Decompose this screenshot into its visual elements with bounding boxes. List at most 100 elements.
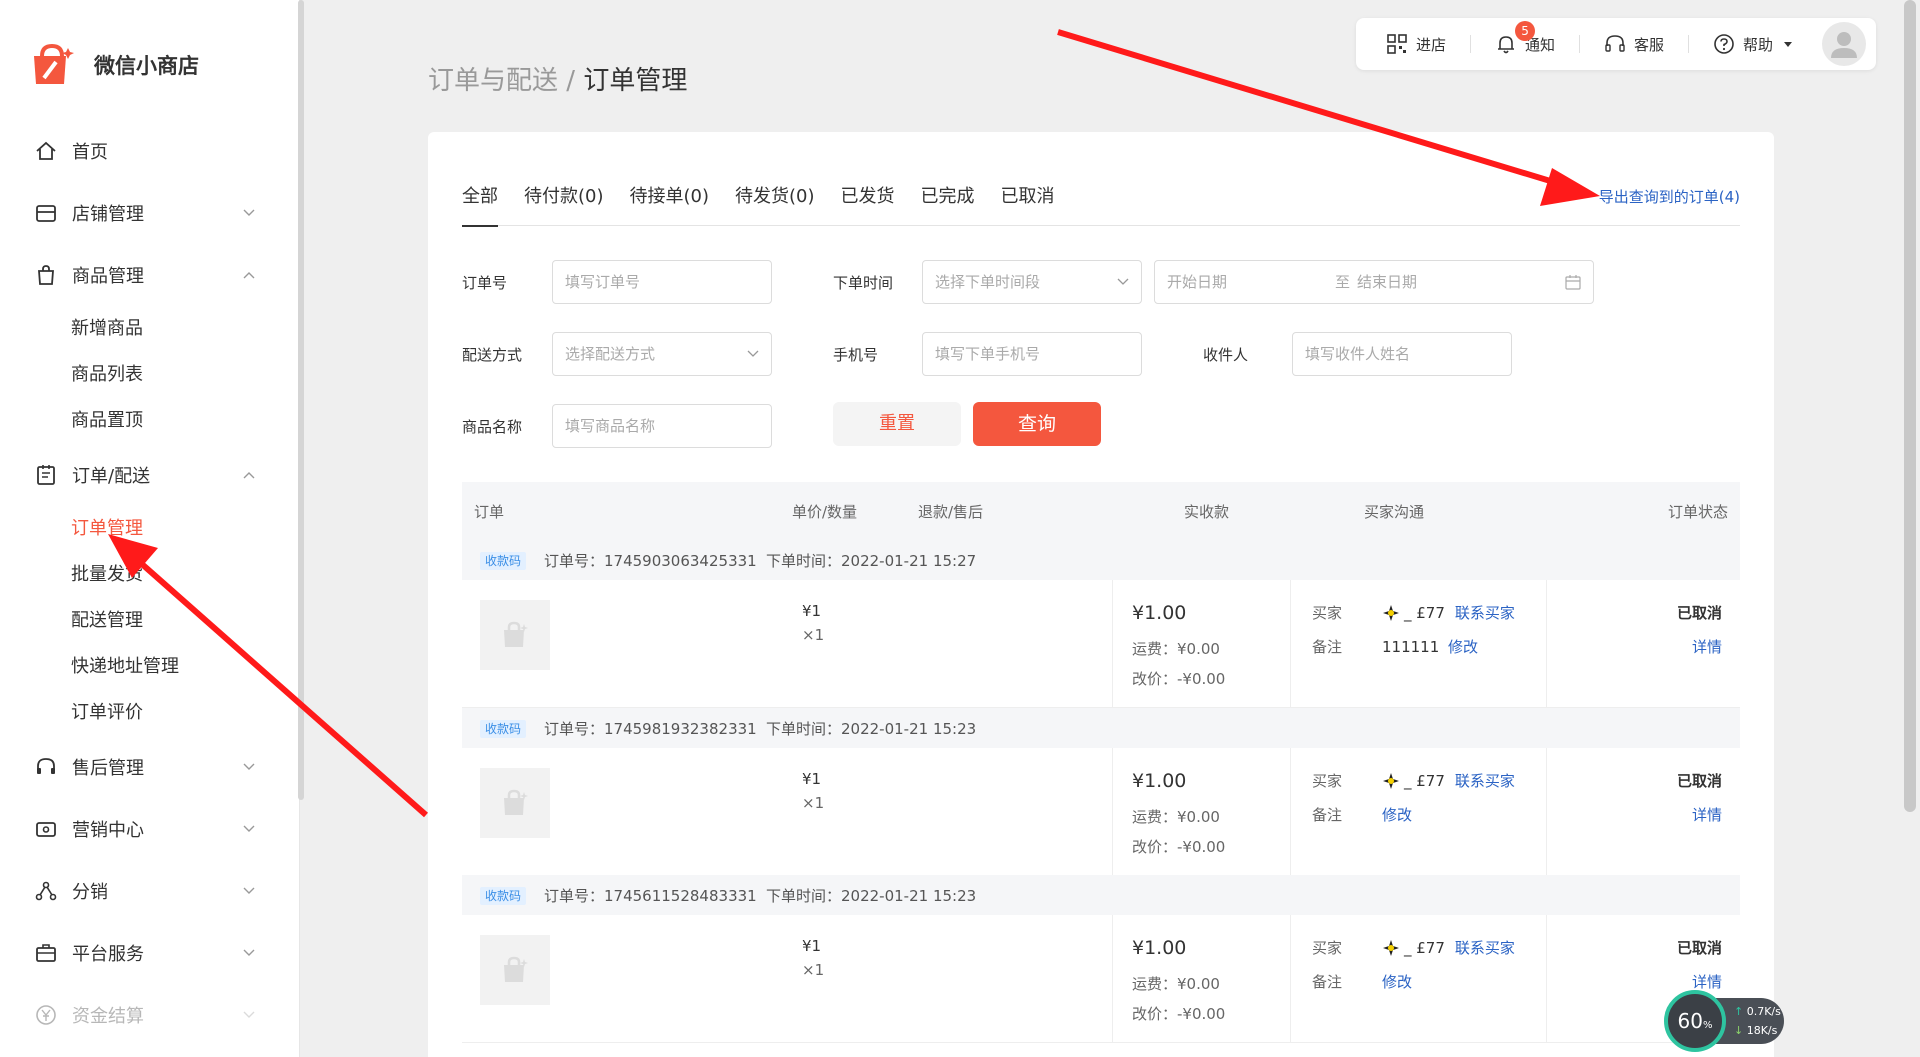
price-adjustment: 改价：-¥0.00	[1132, 838, 1226, 856]
column-header-status: 订单状态	[1667, 503, 1728, 521]
sidebar-item-platform-services[interactable]: 平台服务	[0, 922, 300, 984]
breadcrumb-parent[interactable]: 订单与配送	[428, 66, 558, 96]
sidebar-item-label: 首页	[72, 142, 108, 163]
order-detail-link[interactable]: 详情	[1692, 636, 1722, 657]
column-header-refund: 退款/售后	[918, 503, 984, 521]
product-thumbnail[interactable]	[480, 768, 550, 838]
tab-all[interactable]: 全部	[462, 182, 498, 227]
buyer-info: _ £77 联系买家	[1382, 770, 1515, 791]
tab-shipped[interactable]: 已发货	[841, 182, 895, 226]
date-range-separator: 至	[1335, 273, 1351, 291]
breadcrumb: 订单与配送 / 订单管理	[428, 60, 687, 97]
status-badge: 已取消	[1676, 604, 1722, 622]
column-header-order: 订单	[474, 503, 505, 521]
sidebar-item-distribution[interactable]: 分销	[0, 860, 300, 922]
tab-pending-shipment[interactable]: 待发货(0)	[735, 182, 815, 226]
sidebar-item-settlement[interactable]: 资金结算	[0, 984, 300, 1046]
sidebar-item-products[interactable]: 商品管理	[0, 244, 300, 306]
column-divider	[1112, 915, 1113, 1043]
question-circle-icon	[1714, 34, 1734, 54]
sidebar-item-label: 资金结算	[72, 1006, 144, 1027]
delivery-method-select[interactable]: 选择配送方式	[552, 332, 772, 376]
export-orders-link[interactable]: 导出查询到的订单(4)	[1599, 186, 1740, 207]
sidebar-scrollbar[interactable]	[298, 0, 304, 800]
note-text: 111111	[1382, 638, 1440, 656]
order-time: 下单时间：2022-01-21 15:23	[766, 720, 977, 738]
edit-note-link[interactable]: 修改	[1448, 638, 1478, 656]
avatar[interactable]	[1822, 22, 1866, 66]
download-value: 18	[1746, 1024, 1761, 1037]
product-name-input[interactable]: 填写商品名称	[552, 404, 772, 448]
note-label: 备注	[1312, 973, 1343, 991]
notifications-button[interactable]: 5 通知	[1495, 21, 1555, 55]
sidebar-sub-batch-shipping[interactable]: 批量发货	[0, 552, 300, 598]
chevron-down-icon	[243, 763, 255, 770]
tab-completed[interactable]: 已完成	[921, 182, 975, 226]
note-value: 修改	[1382, 971, 1412, 992]
toolbar-divider	[1688, 35, 1690, 53]
home-icon	[34, 139, 58, 163]
shop-bag-logo-icon	[30, 42, 76, 88]
order-time-select[interactable]: 选择下单时间段	[922, 260, 1142, 304]
column-divider	[1290, 915, 1291, 1043]
sidebar-item-marketing[interactable]: 营销中心	[0, 798, 300, 860]
buyer-label: 买家	[1312, 939, 1343, 957]
arrow-down-icon: ↓	[1734, 1024, 1744, 1037]
sidebar-nav: 首页 店铺管理 商品管理 新增商品 商品列表 商品置顶 订单/配送 订单管理 批…	[0, 120, 300, 1046]
sidebar-item-orders[interactable]: 订单/配送	[0, 444, 300, 506]
price-adjustment: 改价：-¥0.00	[1132, 670, 1226, 688]
order-row: 收款码 订单号：1745981932382331 下单时间：2022-01-21…	[462, 708, 1740, 876]
order-detail-link[interactable]: 详情	[1692, 971, 1722, 992]
edit-note-link[interactable]: 修改	[1382, 806, 1412, 824]
sidebar-item-label: 平台服务	[72, 944, 144, 965]
column-divider	[1546, 580, 1547, 708]
reset-button[interactable]: 重置	[833, 402, 961, 446]
receiver-input[interactable]: 填写收件人姓名	[1292, 332, 1512, 376]
tab-pending-payment[interactable]: 待付款(0)	[524, 182, 604, 226]
order-no-input[interactable]: 填写订单号	[552, 260, 772, 304]
sidebar-sub-product-pin[interactable]: 商品置顶	[0, 398, 300, 444]
edit-note-link[interactable]: 修改	[1382, 973, 1412, 991]
sidebar-sub-product-list[interactable]: 商品列表	[0, 352, 300, 398]
tab-cancelled[interactable]: 已取消	[1001, 182, 1055, 226]
yen-circle-icon	[34, 1003, 58, 1027]
note-label: 备注	[1312, 806, 1343, 824]
product-thumbnail[interactable]	[480, 935, 550, 1005]
help-dropdown[interactable]: 帮助	[1713, 33, 1795, 55]
orders-table-header: 订单 单价/数量 退款/售后 实收款 买家沟通 订单状态	[462, 482, 1740, 540]
order-detail-link[interactable]: 详情	[1692, 804, 1722, 825]
bell-icon	[1498, 36, 1515, 54]
network-speed-widget[interactable]: ↑ 0.7K/s ↓ 18K/s 60%	[1664, 990, 1784, 1052]
sidebar-sub-order-reviews[interactable]: 订单评价	[0, 690, 300, 736]
phone-input[interactable]: 填写下单手机号	[922, 332, 1142, 376]
sidebar-sub-order-management[interactable]: 订单管理	[0, 506, 300, 552]
headset-icon	[34, 755, 58, 779]
contact-buyer-link[interactable]: 联系买家	[1455, 602, 1515, 623]
sidebar-item-home[interactable]: 首页	[0, 120, 300, 182]
logo[interactable]: 微信小商店	[30, 42, 199, 88]
customer-service-button[interactable]: 客服	[1604, 33, 1664, 55]
product-thumbnail[interactable]	[480, 600, 550, 670]
share-nodes-icon	[34, 879, 58, 903]
contact-buyer-link[interactable]: 联系买家	[1455, 770, 1515, 791]
contact-buyer-link[interactable]: 联系买家	[1455, 937, 1515, 958]
tab-pending-accept[interactable]: 待接单(0)	[630, 182, 710, 226]
note-label: 备注	[1312, 638, 1343, 656]
buyer-info: _ £77 联系买家	[1382, 937, 1515, 958]
sidebar-sub-delivery-management[interactable]: 配送管理	[0, 598, 300, 644]
query-button[interactable]: 查询	[973, 402, 1101, 446]
page-scrollbar[interactable]	[1904, 0, 1916, 812]
order-status-tabs: 全部 待付款(0) 待接单(0) 待发货(0) 已发货 已完成 已取消	[462, 182, 1740, 227]
buyer-avatar-icon	[1383, 604, 1399, 621]
usage-percent-unit: %	[1702, 1020, 1713, 1031]
upload-unit: K/s	[1764, 1005, 1781, 1018]
sidebar-item-label: 售后管理	[72, 758, 144, 779]
sidebar-sub-add-product[interactable]: 新增商品	[0, 306, 300, 352]
status-badge: 已取消	[1676, 939, 1722, 957]
date-range-picker[interactable]: 开始日期 至 结束日期	[1154, 260, 1594, 304]
sidebar-sub-express-address[interactable]: 快递地址管理	[0, 644, 300, 690]
note-value: 修改	[1382, 804, 1412, 825]
sidebar-item-after-sales[interactable]: 售后管理	[0, 736, 300, 798]
enter-store-button[interactable]: 进店	[1386, 33, 1446, 55]
sidebar-item-store[interactable]: 店铺管理	[0, 182, 300, 244]
